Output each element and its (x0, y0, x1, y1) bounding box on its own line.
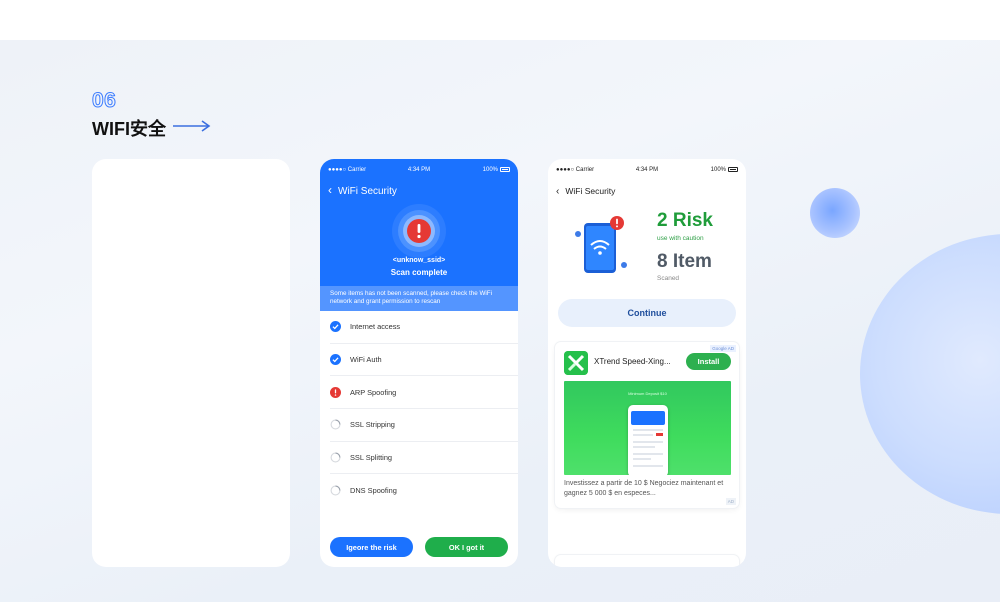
list-item: Internet access (330, 311, 518, 344)
blank-screen-card (92, 159, 290, 567)
check-label: SSL Splitting (350, 453, 393, 463)
battery-icon (728, 167, 738, 172)
ad-banner-image[interactable]: Minimum Deposit $10 (564, 381, 731, 475)
banner-title: Minimum Deposit $10 (628, 391, 667, 396)
alert-circle-icon (330, 386, 341, 398)
battery-indicator: 100% (711, 167, 738, 173)
list-item: DNS Spoofing (330, 474, 518, 507)
ad-tag: Google AD (710, 345, 736, 352)
check-label: ARP Spoofing (350, 387, 397, 397)
phone-wifi-alert-icon (575, 216, 627, 273)
radar-alert-icon (392, 204, 446, 258)
scan-status: Scan complete (390, 268, 448, 277)
check-list: Internet access WiFi Auth ARP Spoofing S… (320, 311, 518, 507)
list-item: SSL Stripping (330, 409, 518, 442)
list-item: WiFi Auth (330, 344, 518, 377)
ignore-risk-button[interactable]: Igeore the risk (330, 537, 413, 557)
ssid-label: <unknow_ssid> (392, 257, 446, 264)
scan-header: ●●●●○ Carrier 4:34 PM 100% ‹ WiFi Securit… (320, 159, 518, 286)
check-circle-icon (330, 321, 341, 333)
decorative-orb-large (860, 234, 1000, 514)
nav-bar: ‹ WiFi Security (328, 183, 397, 197)
ad-card[interactable]: Google AD XTrend Speed-Xing... Install M… (555, 342, 739, 508)
status-bar: ●●●●○ Carrier 4:34 PM 100% (548, 167, 746, 177)
status-bar: ●●●●○ Carrier 4:34 PM 100% (320, 167, 518, 177)
battery-indicator: 100% (483, 167, 510, 173)
item-caption: Scaned (657, 275, 680, 282)
banner-phone-mockup (628, 405, 668, 475)
check-label: Internet access (350, 322, 401, 332)
wifi-risk-summary-screen: ●●●●○ Carrier 4:34 PM 100% ‹ WiFi Securit… (548, 159, 746, 567)
spinner-icon (330, 419, 341, 430)
section-title: WIFI安全 (92, 119, 166, 139)
continue-button[interactable]: Continue (558, 299, 736, 327)
action-bar: Igeore the risk OK I got it (330, 537, 508, 557)
battery-icon (500, 167, 510, 172)
install-button[interactable]: Install (686, 353, 731, 370)
nav-bar: ‹ WiFi Security (556, 186, 615, 197)
app-logo-icon (564, 351, 588, 375)
list-item: ARP Spoofing (330, 376, 518, 410)
nav-title: WiFi Security (565, 186, 616, 196)
section-number: 06 (91, 89, 117, 113)
decorative-orb-small (810, 188, 860, 238)
ok-got-it-button[interactable]: OK I got it (425, 537, 508, 557)
tool-card[interactable] (555, 555, 739, 567)
back-chevron-icon[interactable]: ‹ (328, 183, 332, 197)
trading-app-illustration (631, 411, 665, 467)
check-label: SSL Stripping (350, 420, 395, 430)
rescan-notice: Some items has not been scanned, please … (320, 286, 518, 311)
item-count: 8 Item (657, 251, 712, 272)
showcase-stage: 06 WIFI安全 ●●●●○ Carrier 4:34 PM 100% ‹ Wi… (0, 40, 1000, 602)
ad-app-name: XTrend Speed-Xing... (594, 357, 671, 366)
spinner-icon (330, 485, 341, 496)
back-chevron-icon[interactable]: ‹ (556, 186, 559, 197)
check-label: DNS Spoofing (350, 486, 397, 496)
spinner-icon (330, 452, 341, 463)
ad-description: Investissez a partir de 10 $ Negociez ma… (564, 480, 724, 497)
nav-title: WiFi Security (338, 186, 397, 197)
check-label: WiFi Auth (350, 355, 382, 365)
arrow-right-icon (173, 120, 211, 132)
check-circle-icon (330, 354, 341, 366)
list-item: SSL Splitting (330, 442, 518, 475)
risk-count: 2 Risk (657, 210, 713, 231)
wifi-scan-result-screen: ●●●●○ Carrier 4:34 PM 100% ‹ WiFi Securit… (320, 159, 518, 567)
ad-corner-badge: AD (725, 498, 736, 505)
risk-caption: use with caution (657, 235, 704, 242)
